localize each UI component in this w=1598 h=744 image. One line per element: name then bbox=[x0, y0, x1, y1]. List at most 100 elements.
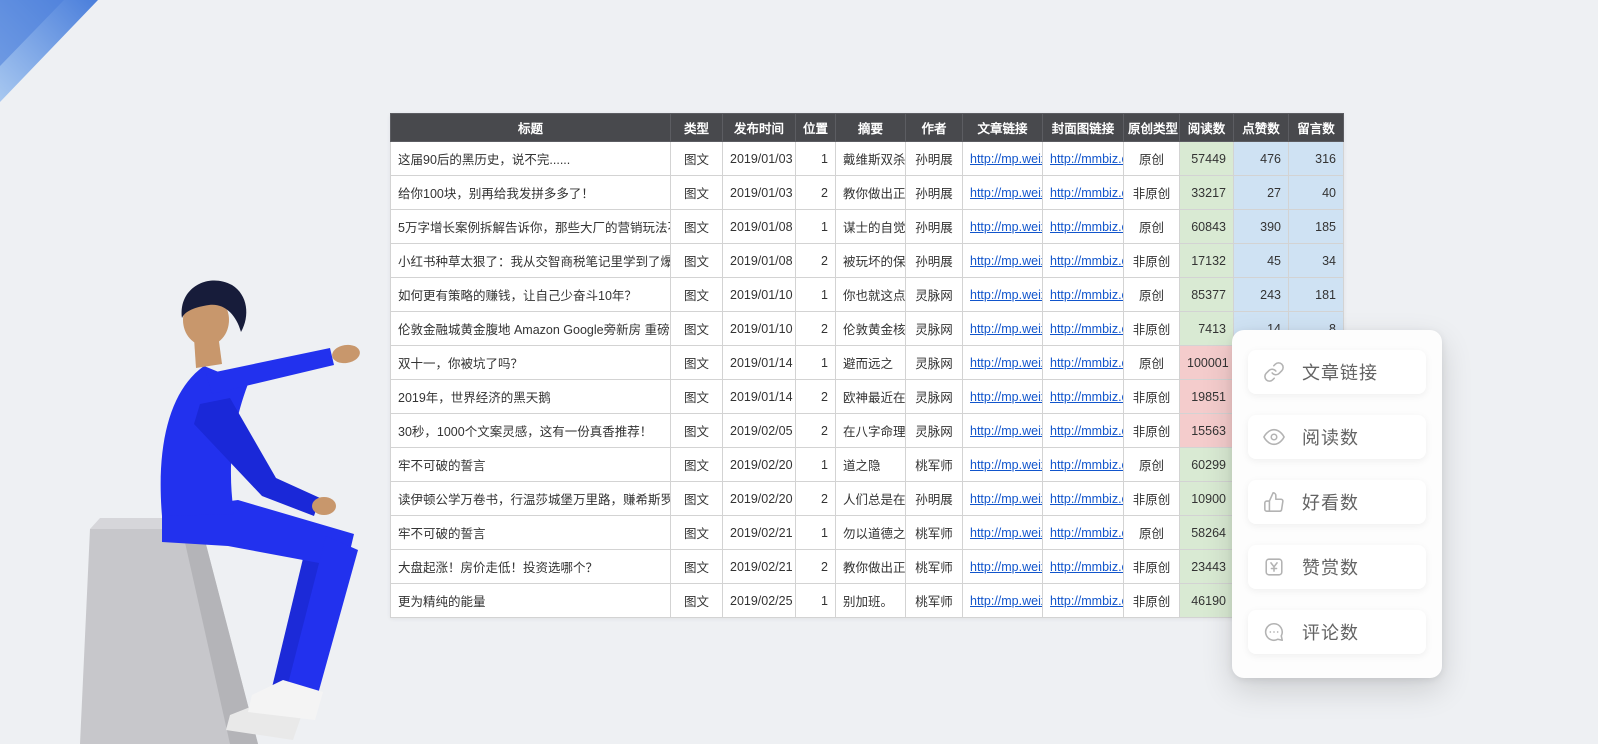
article-link[interactable]: http://mp.weix bbox=[970, 390, 1043, 404]
cover-link[interactable]: http://mmbiz.c bbox=[1050, 254, 1124, 268]
panel-item-label: 好看数 bbox=[1302, 489, 1359, 515]
cell-position: 2 bbox=[796, 380, 836, 414]
cell-article-link[interactable]: http://mp.weix bbox=[963, 516, 1043, 550]
cell-original-type: 非原创 bbox=[1124, 584, 1180, 618]
cell-article-link[interactable]: http://mp.weix bbox=[963, 312, 1043, 346]
cell-cover-link[interactable]: http://mmbiz.c bbox=[1043, 244, 1124, 278]
cover-link[interactable]: http://mmbiz.c bbox=[1050, 322, 1124, 336]
comment-icon bbox=[1262, 620, 1286, 644]
column-header: 作者 bbox=[906, 114, 963, 142]
cell-reads: 19851 bbox=[1180, 380, 1234, 414]
column-header: 标题 bbox=[391, 114, 671, 142]
cover-link[interactable]: http://mmbiz.c bbox=[1050, 356, 1124, 370]
cell-comments: 181 bbox=[1289, 278, 1344, 312]
panel-item-article-link[interactable]: 文章链接 bbox=[1248, 350, 1426, 394]
cell-article-link[interactable]: http://mp.weix bbox=[963, 414, 1043, 448]
article-link[interactable]: http://mp.weix bbox=[970, 526, 1043, 540]
table-row: 更为精纯的能量图文2019/02/251别加班。桃军师http://mp.wei… bbox=[391, 584, 1344, 618]
cell-reads: 10900 bbox=[1180, 482, 1234, 516]
table-row: 给你100块，别再给我发拼多多了！图文2019/01/032教你做出正确孙明展h… bbox=[391, 176, 1344, 210]
cell-type: 图文 bbox=[671, 312, 723, 346]
cell-article-link[interactable]: http://mp.weix bbox=[963, 142, 1043, 176]
cover-link[interactable]: http://mmbiz.c bbox=[1050, 526, 1124, 540]
cell-summary: 戴维斯双杀 bbox=[836, 142, 906, 176]
cell-article-link[interactable]: http://mp.weix bbox=[963, 482, 1043, 516]
cell-cover-link[interactable]: http://mmbiz.c bbox=[1043, 312, 1124, 346]
cover-link[interactable]: http://mmbiz.c bbox=[1050, 594, 1124, 608]
panel-item-like-count[interactable]: 好看数 bbox=[1248, 480, 1426, 524]
panel-item-reward-count[interactable]: 赞赏数 bbox=[1248, 545, 1426, 589]
cell-type: 图文 bbox=[671, 584, 723, 618]
cell-article-link[interactable]: http://mp.weix bbox=[963, 584, 1043, 618]
cell-cover-link[interactable]: http://mmbiz.c bbox=[1043, 448, 1124, 482]
article-link[interactable]: http://mp.weix bbox=[970, 560, 1043, 574]
cell-reads: 23443 bbox=[1180, 550, 1234, 584]
cover-link[interactable]: http://mmbiz.c bbox=[1050, 390, 1124, 404]
cell-article-link[interactable]: http://mp.weix bbox=[963, 176, 1043, 210]
cell-summary: 教你做出正确 bbox=[836, 550, 906, 584]
cover-link[interactable]: http://mmbiz.c bbox=[1050, 458, 1124, 472]
table-row: 读伊顿公学万卷书，行温莎城堡万里路，赚希斯罗机场图文2019/02/202人们总… bbox=[391, 482, 1344, 516]
cell-cover-link[interactable]: http://mmbiz.c bbox=[1043, 482, 1124, 516]
panel-item-read-count[interactable]: 阅读数 bbox=[1248, 415, 1426, 459]
article-link[interactable]: http://mp.weix bbox=[970, 254, 1043, 268]
cell-original-type: 非原创 bbox=[1124, 244, 1180, 278]
cell-cover-link[interactable]: http://mmbiz.c bbox=[1043, 176, 1124, 210]
cover-link[interactable]: http://mmbiz.c bbox=[1050, 152, 1124, 166]
cell-reads: 60843 bbox=[1180, 210, 1234, 244]
cell-date: 2019/01/03 bbox=[723, 142, 796, 176]
cell-author: 灵脉网 bbox=[906, 414, 963, 448]
cell-article-link[interactable]: http://mp.weix bbox=[963, 210, 1043, 244]
cell-article-link[interactable]: http://mp.weix bbox=[963, 550, 1043, 584]
cell-cover-link[interactable]: http://mmbiz.c bbox=[1043, 210, 1124, 244]
article-link[interactable]: http://mp.weix bbox=[970, 458, 1043, 472]
article-link[interactable]: http://mp.weix bbox=[970, 322, 1043, 336]
cell-article-link[interactable]: http://mp.weix bbox=[963, 278, 1043, 312]
table-row: 伦敦金融城黄金腹地 Amazon Google旁新房 重磅发售图文2019/01… bbox=[391, 312, 1344, 346]
cover-link[interactable]: http://mmbiz.c bbox=[1050, 186, 1124, 200]
cell-cover-link[interactable]: http://mmbiz.c bbox=[1043, 584, 1124, 618]
cell-cover-link[interactable]: http://mmbiz.c bbox=[1043, 414, 1124, 448]
table-row: 牢不可破的誓言图文2019/02/201道之隐桃军师http://mp.weix… bbox=[391, 448, 1344, 482]
article-link[interactable]: http://mp.weix bbox=[970, 288, 1043, 302]
cell-cover-link[interactable]: http://mmbiz.c bbox=[1043, 142, 1124, 176]
cell-author: 孙明展 bbox=[906, 482, 963, 516]
cell-author: 桃军师 bbox=[906, 584, 963, 618]
cell-cover-link[interactable]: http://mmbiz.c bbox=[1043, 550, 1124, 584]
cell-article-link[interactable]: http://mp.weix bbox=[963, 346, 1043, 380]
cell-reads: 60299 bbox=[1180, 448, 1234, 482]
table-header-row: 标题类型发布时间位置摘要作者文章链接封面图链接原创类型阅读数点赞数留言数 bbox=[391, 114, 1344, 142]
cell-cover-link[interactable]: http://mmbiz.c bbox=[1043, 380, 1124, 414]
cell-cover-link[interactable]: http://mmbiz.c bbox=[1043, 516, 1124, 550]
eye-icon bbox=[1262, 425, 1286, 449]
cell-article-link[interactable]: http://mp.weix bbox=[963, 448, 1043, 482]
cell-comments: 40 bbox=[1289, 176, 1344, 210]
article-link[interactable]: http://mp.weix bbox=[970, 594, 1043, 608]
cell-summary: 别加班。 bbox=[836, 584, 906, 618]
cell-article-link[interactable]: http://mp.weix bbox=[963, 380, 1043, 414]
table-row: 大盘起涨！房价走低！投资选哪个？图文2019/02/212教你做出正确桃军师ht… bbox=[391, 550, 1344, 584]
cell-reads: 7413 bbox=[1180, 312, 1234, 346]
article-link[interactable]: http://mp.weix bbox=[970, 424, 1043, 438]
article-link[interactable]: http://mp.weix bbox=[970, 186, 1043, 200]
cell-likes: 476 bbox=[1234, 142, 1289, 176]
cell-date: 2019/02/05 bbox=[723, 414, 796, 448]
cell-cover-link[interactable]: http://mmbiz.c bbox=[1043, 346, 1124, 380]
cell-comments: 316 bbox=[1289, 142, 1344, 176]
cell-date: 2019/01/08 bbox=[723, 244, 796, 278]
cover-link[interactable]: http://mmbiz.c bbox=[1050, 424, 1124, 438]
cell-summary: 欧神最近在吐 bbox=[836, 380, 906, 414]
panel-item-comment-count[interactable]: 评论数 bbox=[1248, 610, 1426, 654]
cover-link[interactable]: http://mmbiz.c bbox=[1050, 288, 1124, 302]
cell-author: 孙明展 bbox=[906, 244, 963, 278]
article-link[interactable]: http://mp.weix bbox=[970, 356, 1043, 370]
cell-cover-link[interactable]: http://mmbiz.c bbox=[1043, 278, 1124, 312]
article-link[interactable]: http://mp.weix bbox=[970, 152, 1043, 166]
cell-article-link[interactable]: http://mp.weix bbox=[963, 244, 1043, 278]
cover-link[interactable]: http://mmbiz.c bbox=[1050, 560, 1124, 574]
article-link[interactable]: http://mp.weix bbox=[970, 220, 1043, 234]
cover-link[interactable]: http://mmbiz.c bbox=[1050, 220, 1124, 234]
article-link[interactable]: http://mp.weix bbox=[970, 492, 1043, 506]
cover-link[interactable]: http://mmbiz.c bbox=[1050, 492, 1124, 506]
articles-table: 标题类型发布时间位置摘要作者文章链接封面图链接原创类型阅读数点赞数留言数 这届9… bbox=[390, 113, 1344, 618]
